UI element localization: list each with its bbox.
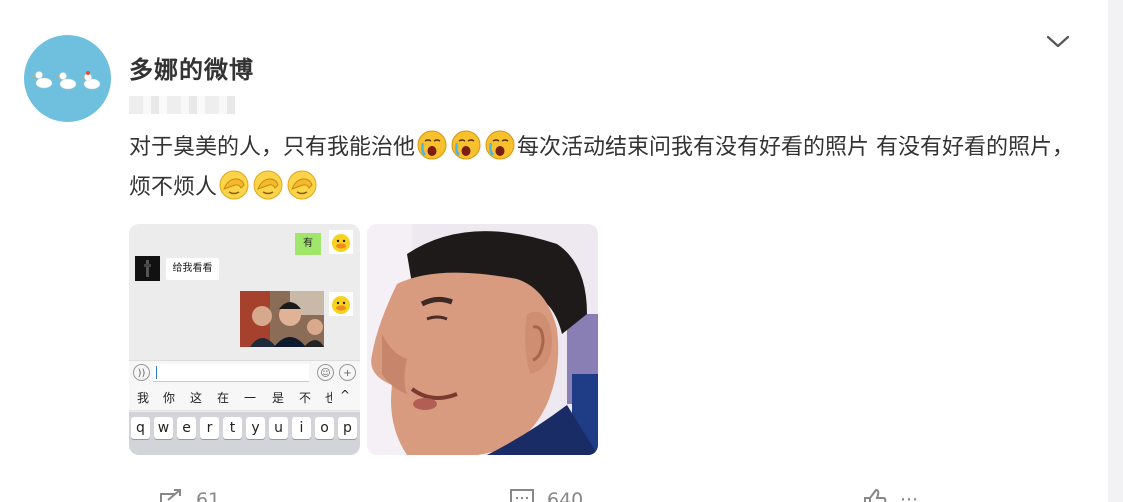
crying-face-emoji-icon (485, 130, 515, 160)
key: e (177, 417, 196, 439)
candidate-char: 是 (272, 391, 285, 405)
candidate-char: 这 (190, 391, 203, 405)
duck-avatar-icon (32, 71, 101, 90)
candidate-char: 我 (137, 391, 150, 405)
key: o (315, 417, 334, 439)
comment-count: 640 (547, 489, 584, 502)
repost-count: 61 (196, 489, 221, 502)
key: r (200, 417, 219, 439)
chat-bubble-me: 有 (295, 233, 321, 255)
voice-icon: )) (133, 364, 150, 381)
crying-face-emoji-icon (451, 130, 481, 160)
post-image-face-closeup[interactable] (367, 224, 598, 455)
candidate-char: 你 (163, 391, 176, 405)
post-image-chat-screenshot[interactable]: 有 给我看看 )) ☺ + 我 你 这 在 一 是 不 也 ^ q w e r … (129, 224, 360, 455)
key: t (223, 417, 242, 439)
facepalm-emoji-icon (253, 170, 283, 200)
chat-input-bar: )) ☺ + (129, 360, 360, 385)
repost-icon (160, 489, 181, 502)
like-count: ··· (900, 489, 919, 502)
chevron-up-icon: ^ (340, 388, 351, 402)
page-gutter (1108, 0, 1123, 502)
like-button[interactable]: ··· (862, 488, 918, 502)
candidate-char: 在 (217, 391, 230, 405)
repost-button[interactable]: 61 (158, 488, 220, 502)
avatar[interactable] (24, 35, 111, 122)
key: p (338, 417, 357, 439)
post-action-bar: 61 640 ··· (0, 480, 1108, 502)
keyboard-row: q w e r t y u i o p (129, 412, 360, 455)
chick-avatar-icon (329, 292, 353, 316)
facepalm-emoji-icon (287, 170, 317, 200)
key: q (131, 417, 150, 439)
chick-avatar-icon (329, 230, 353, 254)
post-text-part1: 对于臭美的人，只有我能治他 (129, 135, 416, 160)
facepalm-emoji-icon (219, 170, 249, 200)
candidate-char: 一 (244, 391, 257, 405)
ime-candidate-row: 我 你 这 在 一 是 不 也 ^ (129, 385, 360, 411)
crying-face-emoji-icon (417, 130, 447, 160)
chevron-down-icon[interactable] (1044, 30, 1072, 52)
key: y (246, 417, 265, 439)
post-timestamp-blurred (129, 96, 235, 114)
key: u (269, 417, 288, 439)
smile-icon: ☺ (317, 364, 334, 381)
chat-bubble-other: 给我看看 (166, 258, 219, 280)
weibo-post-card: 多娜的微博 对于臭美的人，只有我能治他 每次活动结束问我有没有好看的照片 有没有好… (0, 0, 1108, 502)
thumbs-up-icon (864, 488, 887, 502)
other-user-avatar (135, 256, 160, 281)
candidate-char: 也 (325, 391, 332, 405)
post-text: 对于臭美的人，只有我能治他 每次活动结束问我有没有好看的照片 有没有好看的照片，烦… (129, 128, 1089, 208)
comment-icon (510, 489, 534, 502)
comment-button[interactable]: 640 (509, 488, 583, 502)
candidate-char: 不 (299, 391, 312, 405)
key: i (292, 417, 311, 439)
plus-icon: + (339, 364, 356, 381)
chat-input-field (153, 364, 309, 382)
chat-photo-bubble (240, 291, 324, 347)
author-name[interactable]: 多娜的微博 (129, 50, 254, 85)
key: w (154, 417, 173, 439)
